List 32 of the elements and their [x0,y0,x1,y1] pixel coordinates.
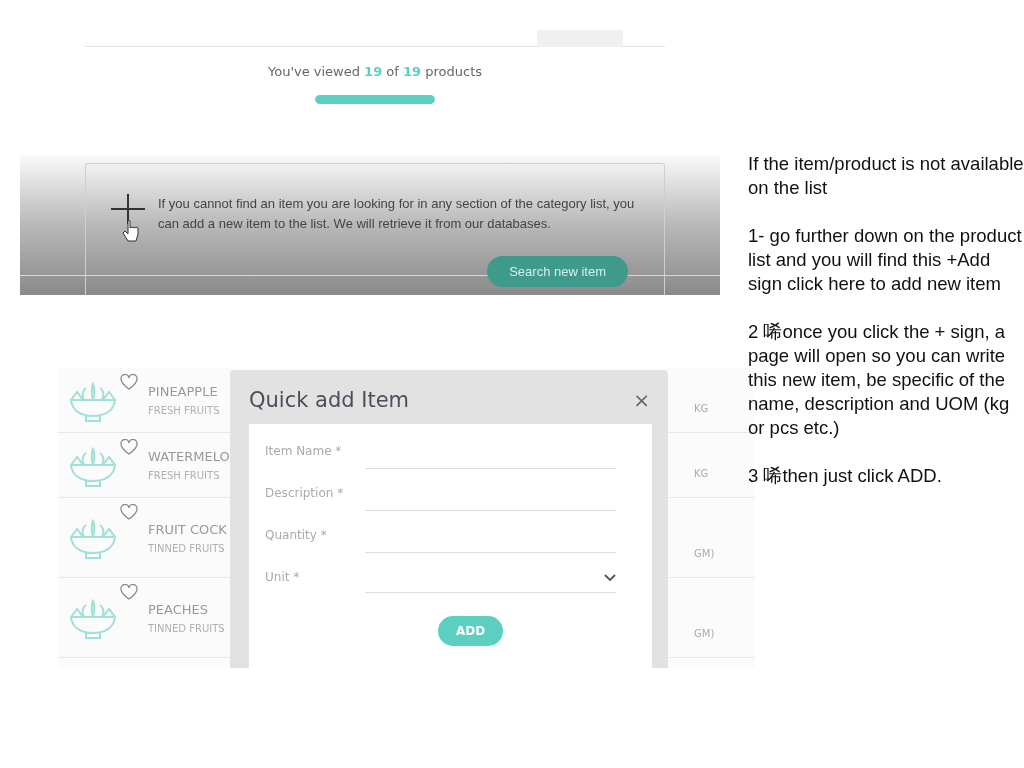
progress-text: You've viewed 19 of 19 products [268,64,482,79]
product-unit: GM) [694,548,715,559]
dialog-title: Quick add Item [249,388,410,414]
plus-icon[interactable] [110,194,148,242]
product-category: TINNED FRUITS [148,622,225,634]
product-unit: GM) [694,628,715,639]
field-label: Quantity * [265,527,328,542]
product-name: WATERMELO [148,449,230,464]
product-category: FRESH FRUITS [148,405,220,416]
search-new-item-button[interactable]: Search new item [487,256,628,287]
product-unit: KG [694,468,709,479]
chevron-down-icon [604,574,616,582]
product-name: FRUIT COCK [148,521,227,537]
product-unit: KG [694,403,709,414]
field-label: Unit * [265,569,301,584]
instruction-text: 1- go further down on the product list and you will find this +Add sign click here to add new item [748,224,1023,296]
heart-icon[interactable] [120,584,138,600]
product-category: FRESH FRUITS [148,470,221,481]
instruction-text: 3 唏then just click ADD. [748,464,943,488]
instruction-text: 2 唏once you click the + sign, a page will open so you can write this new item, be specific of the name, description and UOM (kg or pcs etc.) [748,320,1011,440]
field-label: Description * [265,485,345,500]
instruction-text: If the item/product is not available on the list [748,152,1024,200]
heart-icon[interactable] [120,439,138,455]
add-button[interactable]: ADD [437,616,504,646]
heart-icon[interactable] [120,374,138,390]
product-name: PINEAPPLE [148,384,219,399]
heart-icon[interactable] [120,504,138,520]
close-button[interactable]: × [633,388,650,408]
product-category: TINNED FRUITS [148,542,226,554]
field-label: Item Name * [265,443,343,458]
product-name: PEACHES [148,601,210,617]
notice-text: If you cannot find an item you are looking for in any section of the category list, you can add a new item to the list. We will retrieve it from our databases. [158,195,636,233]
